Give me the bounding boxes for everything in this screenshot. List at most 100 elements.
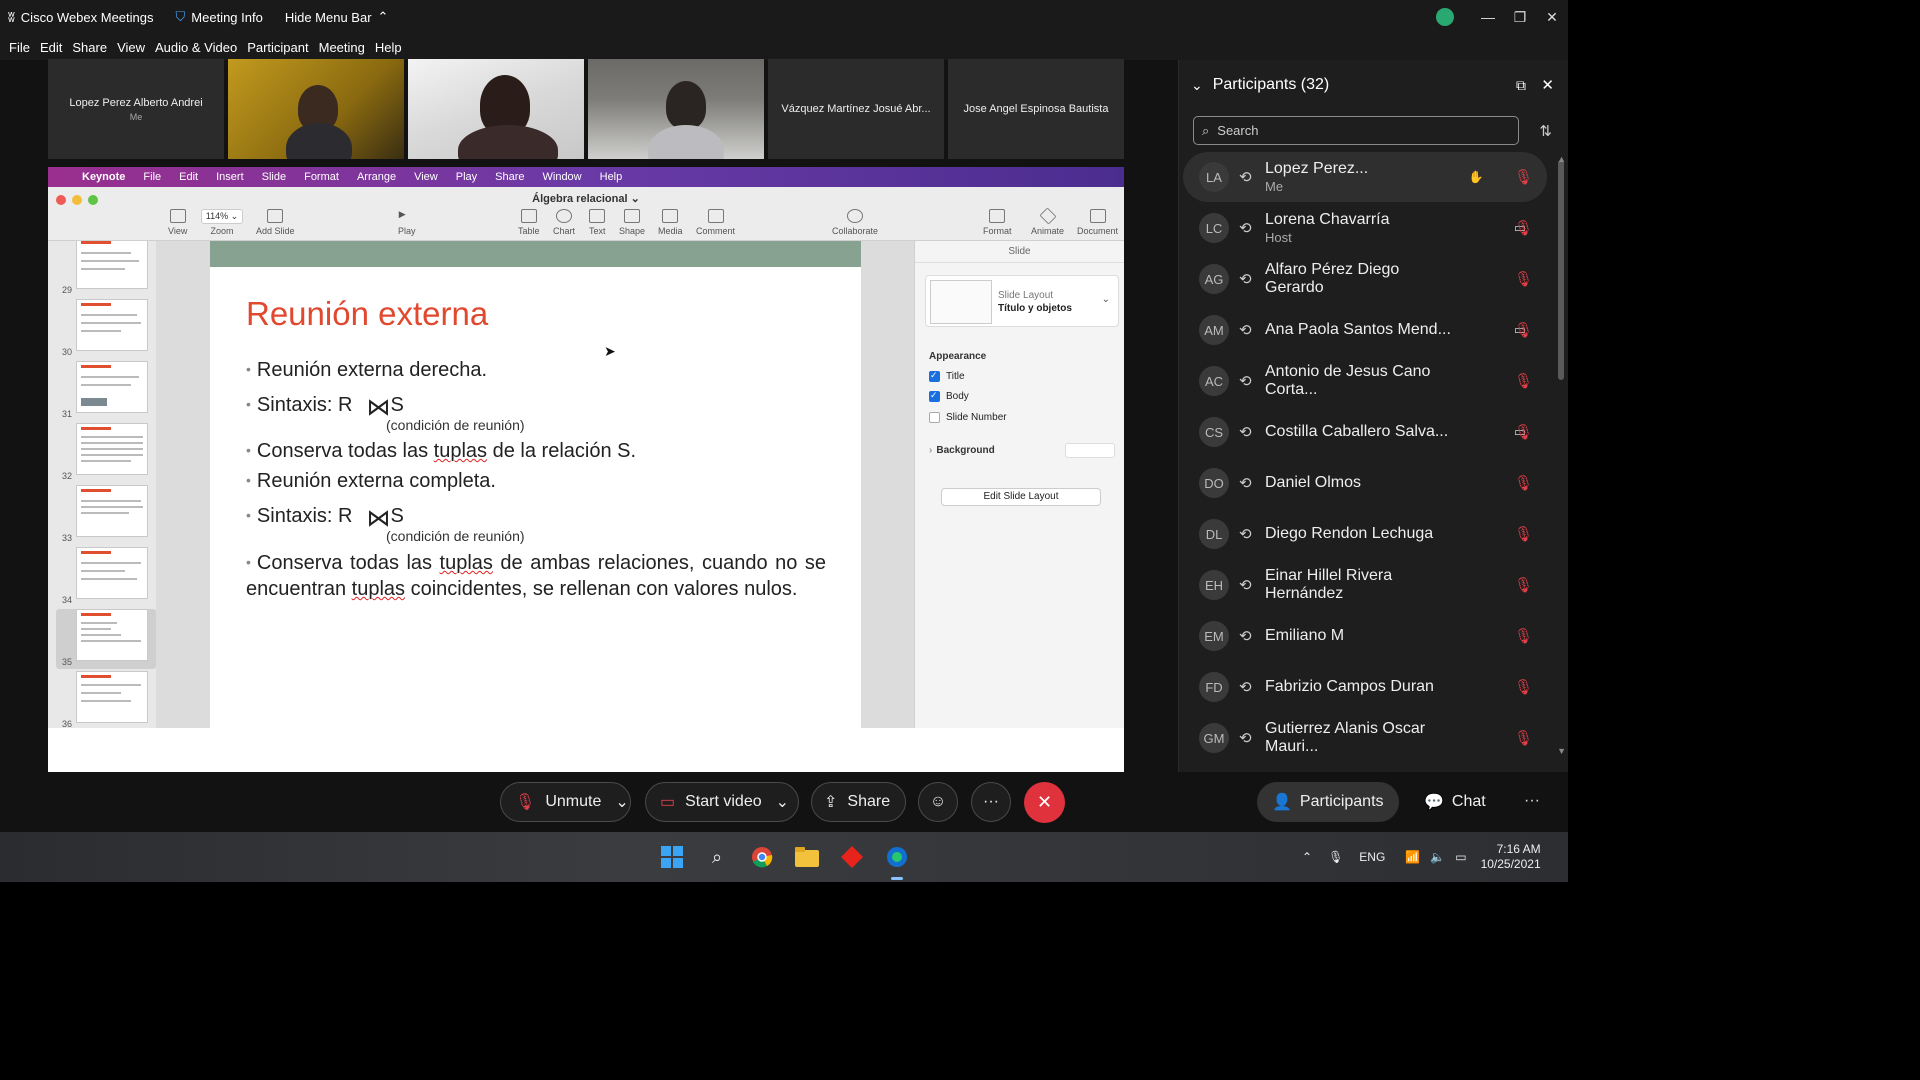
sync-icon: ⟲ xyxy=(1239,424,1252,441)
unmute-button[interactable]: 🎙 Unmute ⌄ xyxy=(500,782,631,822)
participant-row[interactable]: EH ⟲ Einar Hillel Rivera Hernández 🎙 xyxy=(1183,560,1547,610)
video-tile[interactable] xyxy=(228,59,404,159)
participant-name-text: Diego Rendon Lechuga xyxy=(1265,525,1434,542)
kn-view-tool: View xyxy=(168,209,187,236)
participants-toggle-button[interactable]: 👤 Participants xyxy=(1257,782,1399,822)
shared-screen: Keynote File Edit Insert Slide Format Ar… xyxy=(48,167,1124,772)
participant-name-text: Costilla Caballero Salva... xyxy=(1265,423,1449,440)
participant-row[interactable]: AC ⟲ Antonio de Jesus Cano Corta... 🎙 xyxy=(1183,356,1547,406)
video-tile[interactable] xyxy=(408,59,584,159)
red-app-icon[interactable] xyxy=(840,845,864,869)
participant-body xyxy=(286,123,352,159)
restore-button[interactable]: ❐ xyxy=(1504,0,1536,34)
collapse-chevron-icon[interactable]: ⌄ xyxy=(1191,77,1203,94)
video-tile[interactable]: Jose Angel Espinosa Bautista xyxy=(948,59,1124,159)
minimize-button[interactable]: — xyxy=(1472,0,1504,34)
chevron-up-icon[interactable]: ⌃ xyxy=(1302,850,1312,864)
chevron-down-icon[interactable]: ⌄ xyxy=(776,792,789,812)
mic-muted-icon[interactable]: 🎙 xyxy=(1514,168,1533,186)
mic-muted-icon[interactable]: 🎙 xyxy=(1514,678,1533,696)
participant-row[interactable]: GM ⟲ Gutierrez Alanis Oscar Mauri... 🎙 xyxy=(1183,713,1547,763)
participant-search-input[interactable]: ⌕ Search xyxy=(1193,116,1519,145)
participants-header: ⌄ Participants (32) ⧉ ✕ xyxy=(1179,72,1568,98)
mic-muted-icon[interactable]: 🎙 xyxy=(1514,270,1533,288)
chevron-down-icon[interactable]: ⌄ xyxy=(615,792,628,812)
mic-muted-icon[interactable]: 🎙 xyxy=(1514,576,1533,594)
participants-scrollbar[interactable] xyxy=(1558,160,1564,380)
search-icon[interactable]: ⌕ xyxy=(705,845,729,869)
mic-muted-icon[interactable]: 🎙 xyxy=(1514,525,1533,543)
scroll-up-icon[interactable]: ▲ xyxy=(1557,154,1566,164)
participant-row[interactable]: AM ⟲ Ana Paola Santos Mend... ▭ 🎙 xyxy=(1183,305,1547,355)
menu-help[interactable]: Help xyxy=(375,40,402,55)
mic-muted-icon[interactable]: 🎙 xyxy=(1514,627,1533,645)
file-explorer-icon[interactable] xyxy=(795,845,819,869)
format-inspector: Slide Slide Layout Título y objetos ⌄ Ap… xyxy=(914,241,1124,728)
video-tile[interactable] xyxy=(588,59,764,159)
participant-row[interactable]: FD ⟲ Fabrizio Campos Duran 🎙 xyxy=(1183,662,1547,712)
clock[interactable]: 7:16 AM 10/25/2021 xyxy=(1481,842,1541,872)
slide-bullet: Reunión externa derecha. xyxy=(246,359,487,382)
video-tile-self[interactable]: Lopez Perez Alberto Andrei Me xyxy=(48,59,224,159)
battery-icon[interactable]: ▭ xyxy=(1455,850,1466,864)
chat-bubble-icon: 💬 xyxy=(1424,794,1444,811)
popout-icon[interactable]: ⧉ xyxy=(1516,77,1526,94)
participant-name: Ana Paola Santos Mend... xyxy=(1265,321,1461,339)
reactions-button[interactable]: ☺ xyxy=(918,782,958,822)
panel-more-button[interactable]: ··· xyxy=(1524,792,1540,810)
participant-name: Emiliano M xyxy=(1265,627,1461,645)
menu-edit[interactable]: Edit xyxy=(40,40,62,55)
window-controls: — ❐ ✕ xyxy=(1436,0,1568,34)
start-video-button[interactable]: ▭ Start video ⌄ xyxy=(645,782,799,822)
menu-meeting[interactable]: Meeting xyxy=(319,40,365,55)
chrome-icon[interactable] xyxy=(750,845,774,869)
participant-row[interactable]: CS ⟲ Costilla Caballero Salva... ▭ 🎙 xyxy=(1183,407,1547,457)
scroll-down-icon[interactable]: ▼ xyxy=(1557,746,1566,756)
close-panel-icon[interactable]: ✕ xyxy=(1541,76,1554,94)
participant-row[interactable]: LC ⟲ Lorena Chavarría Host ▭ 🎙 xyxy=(1183,203,1547,253)
close-window-button[interactable]: ✕ xyxy=(1536,0,1568,34)
network-stats-icon[interactable] xyxy=(1436,8,1454,26)
leave-meeting-button[interactable]: ✕ xyxy=(1024,782,1065,823)
microphone-icon[interactable]: 🎙 xyxy=(1328,850,1343,864)
share-icon: ⇪ xyxy=(824,794,838,811)
menu-participant[interactable]: Participant xyxy=(247,40,308,55)
mic-muted-icon[interactable]: 🎙 xyxy=(1514,729,1533,747)
language-indicator[interactable]: ENG xyxy=(1359,850,1385,864)
menu-view[interactable]: View xyxy=(117,40,145,55)
mic-muted-icon[interactable]: 🎙 xyxy=(1514,372,1533,390)
webex-taskbar-icon[interactable] xyxy=(885,845,909,869)
participant-row[interactable]: AG ⟲ Alfaro Pérez Diego Gerardo 🎙 xyxy=(1183,254,1547,304)
participant-row[interactable]: DL ⟲ Diego Rendon Lechuga 🎙 xyxy=(1183,509,1547,559)
participant-name: Daniel Olmos xyxy=(1265,474,1461,492)
participant-row[interactable]: DO ⟲ Daniel Olmos 🎙 xyxy=(1183,458,1547,508)
mic-muted-icon[interactable]: 🎙 xyxy=(1514,423,1533,441)
more-options-button[interactable]: ··· xyxy=(971,782,1011,822)
start-menu-icon[interactable] xyxy=(660,845,684,869)
slide-thumbnail-selected: 35 xyxy=(56,609,156,669)
participants-title: Participants (32) xyxy=(1212,76,1330,93)
avatar: DO xyxy=(1199,468,1229,498)
participant-row[interactable]: EM ⟲ Emiliano M 🎙 xyxy=(1183,611,1547,661)
wifi-icon[interactable]: 📶 xyxy=(1405,850,1420,864)
meeting-info-button[interactable]: ⛉ Meeting Info xyxy=(176,9,263,25)
hand-icon: ✋ xyxy=(1468,170,1484,184)
participant-name: Gutierrez Alanis Oscar Mauri... xyxy=(1265,720,1461,756)
mic-muted-icon[interactable]: 🎙 xyxy=(1514,321,1533,339)
app-name: Cisco Webex Meetings xyxy=(20,9,154,25)
kn-comment-tool: Comment xyxy=(696,209,735,236)
hide-menu-bar-button[interactable]: Hide Menu Bar ⌃ xyxy=(285,9,389,25)
mic-muted-icon[interactable]: 🎙 xyxy=(1514,474,1533,492)
sort-icon[interactable]: ⇅ xyxy=(1539,122,1552,140)
share-button[interactable]: ⇪ Share xyxy=(811,782,906,822)
participant-row[interactable]: LA ⟲ Lopez Perez... Me ✋ 🎙 xyxy=(1183,152,1547,202)
menu-audio-video[interactable]: Audio & Video xyxy=(155,40,237,55)
participant-name: Lopez Perez... Me xyxy=(1265,160,1461,194)
chat-button[interactable]: 💬 Chat xyxy=(1412,782,1502,822)
speaker-icon[interactable]: 🔈 xyxy=(1430,850,1445,864)
video-tile[interactable]: Vázquez Martínez Josué Abr... xyxy=(768,59,944,159)
avatar: FD xyxy=(1199,672,1229,702)
mic-muted-icon[interactable]: 🎙 xyxy=(1514,219,1533,237)
menu-file[interactable]: File xyxy=(9,40,30,55)
menu-share[interactable]: Share xyxy=(72,40,107,55)
